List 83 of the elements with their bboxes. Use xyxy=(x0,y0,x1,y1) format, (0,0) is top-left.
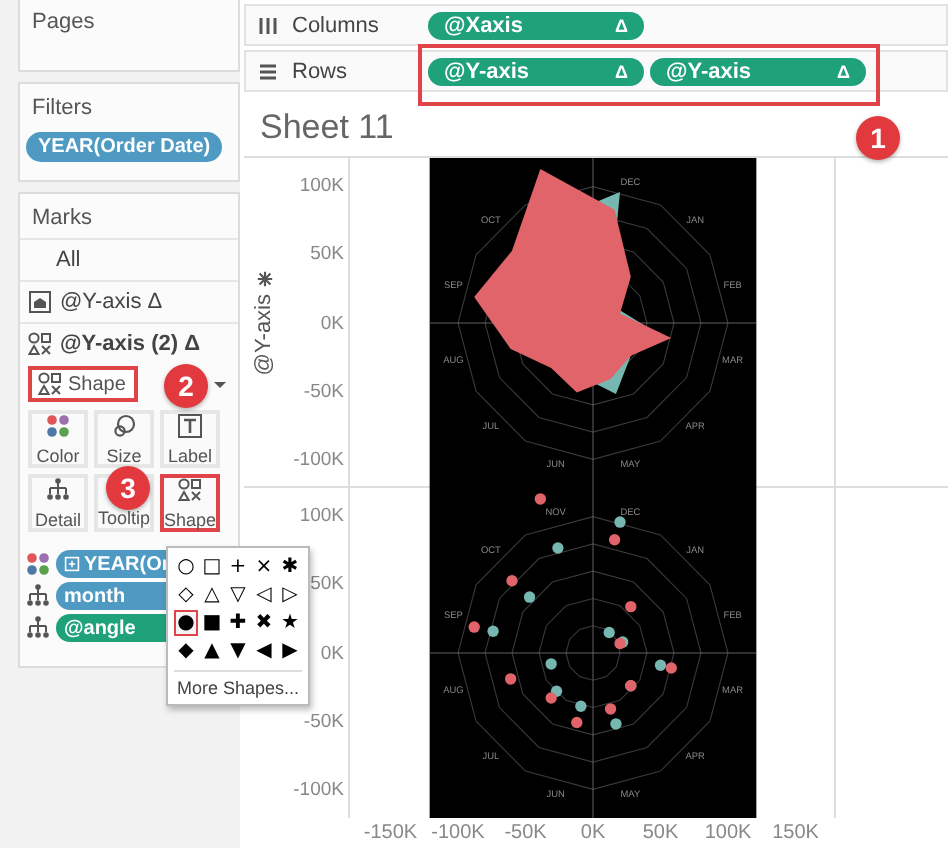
hierarchy-icon xyxy=(26,616,50,640)
mark-property-button[interactable]: Shape xyxy=(160,474,220,532)
detail-icon xyxy=(46,477,70,501)
shape-option[interactable]: ◁ xyxy=(252,582,276,608)
color-icon xyxy=(26,552,50,576)
hierarchy-icon xyxy=(26,584,50,608)
tick-label: -50K xyxy=(504,822,547,844)
shape-option[interactable]: ✱ xyxy=(278,554,302,580)
card-title: Pages xyxy=(30,8,97,38)
shape-option[interactable]: ✖ xyxy=(252,610,276,636)
tick-label: 100K xyxy=(704,822,752,844)
shape-option[interactable]: ◇ xyxy=(174,582,198,608)
asterisk-icon xyxy=(255,270,273,289)
shape-option[interactable]: ▼ xyxy=(226,638,250,664)
tick-label: 0K xyxy=(320,312,344,334)
sheet-title: Sheet 11 xyxy=(260,108,394,150)
tick-label: -100K xyxy=(431,822,485,844)
tick-label: 150K xyxy=(772,822,819,844)
more-shapes-link[interactable]: More Shapes... xyxy=(174,670,302,700)
data-point xyxy=(604,703,617,715)
shape-option[interactable]: ○ xyxy=(174,554,198,580)
area-icon xyxy=(28,290,52,314)
shapes-icon xyxy=(38,372,62,396)
marks-layer[interactable]: All xyxy=(20,238,238,280)
data-point xyxy=(468,621,480,633)
tick-label: -50K xyxy=(303,380,344,403)
size-icon xyxy=(112,413,136,437)
marks-layer[interactable]: @Y-axis (2) Δ xyxy=(20,322,238,364)
columns-icon xyxy=(256,13,280,37)
mark-property-button[interactable]: Detail xyxy=(28,474,88,532)
shape-option[interactable]: + xyxy=(226,554,250,580)
tick-label: 50K xyxy=(310,243,344,266)
mark-property-button[interactable]: Color xyxy=(28,410,88,468)
tick-label: 0K xyxy=(580,822,606,844)
shape-option[interactable]: ★ xyxy=(278,610,302,636)
tick-label: 100K xyxy=(299,175,344,198)
shape-option[interactable]: × xyxy=(252,554,276,580)
label-icon xyxy=(178,413,202,437)
shape-option[interactable]: ● xyxy=(174,610,198,636)
marks-layer[interactable]: @Y-axis Δ xyxy=(20,280,238,322)
data-point xyxy=(571,716,583,729)
axis-title: @Y-axis xyxy=(252,294,276,376)
shape-option[interactable]: ▷ xyxy=(278,582,302,608)
tick-label: 0K xyxy=(320,642,344,664)
tick-label: -50K xyxy=(303,710,344,733)
tick-label: -100K xyxy=(293,448,344,471)
data-point xyxy=(545,658,557,670)
tick-label: 50K xyxy=(642,822,679,844)
mark-type-dropdown[interactable]: Shape xyxy=(28,366,138,402)
tick-label: -100K xyxy=(293,778,344,801)
plus-box-icon xyxy=(64,556,80,572)
data-point xyxy=(608,534,621,546)
shelf-label: Columns xyxy=(292,13,379,37)
card-title: Marks xyxy=(30,204,94,234)
data-point xyxy=(614,516,626,528)
rows-icon xyxy=(256,59,280,83)
tick-label: 100K xyxy=(299,505,344,528)
caret-icon xyxy=(212,376,228,392)
data-point xyxy=(534,493,546,505)
tick-label: 50K xyxy=(310,573,344,596)
shape-option[interactable]: ▶ xyxy=(278,638,302,664)
card-title: Filters xyxy=(30,94,94,124)
data-point xyxy=(575,700,587,712)
step-badge: 1 xyxy=(856,116,900,160)
shape-option[interactable]: ✚ xyxy=(226,610,250,636)
shapes-icon xyxy=(28,332,52,356)
shape-option[interactable]: ▲ xyxy=(200,638,224,664)
shape-icon xyxy=(178,477,202,501)
tick-label: -150K xyxy=(363,822,418,844)
shape-option[interactable]: ▽ xyxy=(226,582,250,608)
shelf-label: Rows xyxy=(292,59,348,83)
shape-option[interactable]: ◆ xyxy=(174,638,198,664)
data-point xyxy=(506,575,518,587)
shape-option[interactable]: ◀ xyxy=(252,638,276,664)
mark-property-button[interactable]: Label xyxy=(160,410,220,468)
data-point xyxy=(487,625,499,637)
data-point xyxy=(505,673,517,685)
data-point xyxy=(610,718,622,730)
data-point xyxy=(523,591,536,603)
mark-property-button[interactable]: Size xyxy=(94,410,154,468)
data-point xyxy=(552,542,564,554)
data-point xyxy=(625,600,637,613)
color-icon xyxy=(46,413,70,437)
